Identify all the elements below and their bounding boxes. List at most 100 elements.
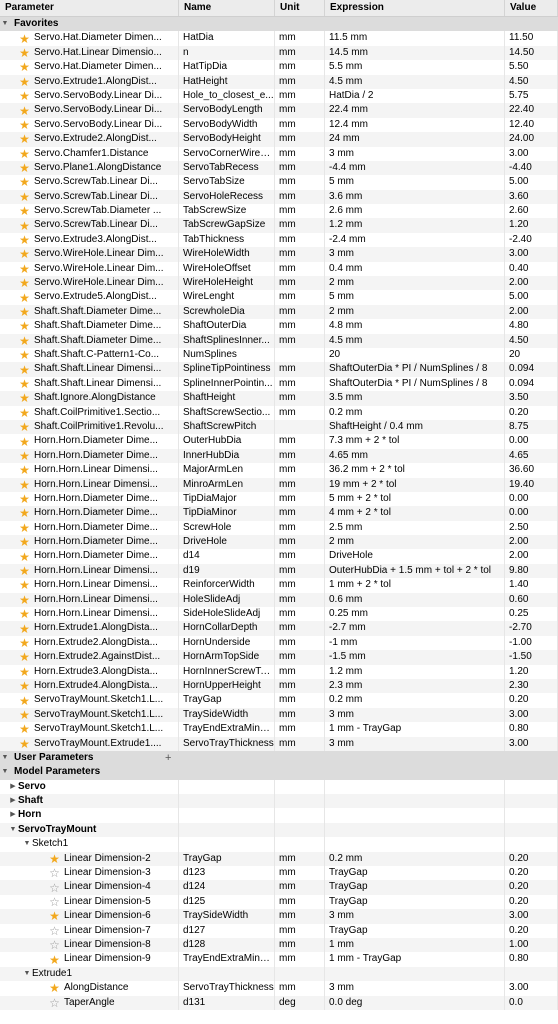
table-row[interactable]: ★ Horn.Horn.Linear Dimensi... HoleSlideAdj… (0, 592, 558, 608)
expression-cell[interactable]: 5 mm + 2 * tol (325, 491, 505, 507)
star-filled-icon[interactable]: ★ (48, 982, 61, 994)
table-row[interactable]: ★ Horn.Horn.Diameter Dime... OuterHubDia mm… (0, 434, 558, 449)
expression-cell[interactable]: 24 mm (325, 132, 505, 147)
table-row[interactable]: ▶ Servo (0, 779, 558, 795)
star-filled-icon[interactable]: ★ (18, 105, 31, 117)
expression-cell[interactable] (325, 779, 505, 795)
expression-cell[interactable]: TrayGap (325, 923, 505, 938)
table-row[interactable]: ★ Servo.WireHole.Linear Dim... WireHoleOff… (0, 261, 558, 277)
table-row[interactable]: ★ Shaft.Shaft.Diameter Dime... ShaftSpline… (0, 333, 558, 348)
table-row[interactable]: ★ Shaft.Ignore.AlongDistance ShaftHeight mm… (0, 391, 558, 406)
table-row[interactable]: ★ Servo.Extrude1.AlongDist... HatHeight mm 4… (0, 74, 558, 89)
column-header-parameter[interactable]: Parameter (0, 0, 179, 16)
table-row[interactable]: ▼ ServoTrayMount (0, 822, 558, 838)
column-header-name[interactable]: Name (179, 0, 275, 16)
expression-cell[interactable]: 2.5 mm (325, 520, 505, 536)
table-row[interactable]: ☆ Linear Dimension-5 d125 mm TrayGap 0.20 (0, 894, 558, 910)
star-filled-icon[interactable]: ★ (18, 479, 31, 491)
star-filled-icon[interactable]: ★ (18, 407, 31, 419)
expression-cell[interactable]: 2.3 mm (325, 678, 505, 694)
expression-cell[interactable]: 0.2 mm (325, 851, 505, 867)
triangle-down-icon[interactable]: ▼ (0, 751, 10, 765)
expression-cell[interactable]: ShaftOuterDia * PI / NumSplines / 8 (325, 362, 505, 377)
star-filled-icon[interactable]: ★ (18, 594, 31, 606)
expression-cell[interactable]: 22.4 mm (325, 103, 505, 118)
expression-cell[interactable]: 1.2 mm (325, 218, 505, 233)
expression-cell[interactable] (325, 808, 505, 823)
expression-cell[interactable]: -4.4 mm (325, 160, 505, 176)
expression-cell[interactable]: 0.4 mm (325, 261, 505, 277)
star-filled-icon[interactable]: ★ (18, 76, 31, 88)
star-filled-icon[interactable]: ★ (18, 148, 31, 160)
star-filled-icon[interactable]: ★ (18, 33, 31, 45)
expression-cell[interactable]: 3 mm (325, 146, 505, 161)
star-filled-icon[interactable]: ★ (18, 378, 31, 390)
expression-cell[interactable]: 1 mm (325, 938, 505, 953)
expression-cell[interactable]: 2.6 mm (325, 204, 505, 219)
table-row[interactable]: ★ Servo.Chamfer1.Distance ServoCornerWireR… (0, 146, 558, 161)
table-row[interactable]: ★ Servo.ScrewTab.Linear Di... TabScrewGapS… (0, 218, 558, 233)
expression-cell[interactable]: 11.5 mm (325, 31, 505, 46)
table-row[interactable]: ★ Servo.Extrude2.AlongDist... ServoBodyHei… (0, 132, 558, 147)
expression-cell[interactable]: HatDia / 2 (325, 88, 505, 104)
star-filled-icon[interactable]: ★ (18, 364, 31, 376)
star-filled-icon[interactable]: ★ (18, 133, 31, 145)
star-filled-icon[interactable]: ★ (18, 421, 31, 433)
expression-cell[interactable]: 4.65 mm (325, 448, 505, 464)
star-filled-icon[interactable]: ★ (18, 623, 31, 635)
column-header-unit[interactable]: Unit (275, 0, 325, 16)
add-parameter-button[interactable]: + (165, 751, 171, 765)
expression-cell[interactable]: 36.2 mm + 2 * tol (325, 463, 505, 478)
table-row[interactable]: ★ Servo.ServoBody.Linear Di... Hole_to_clo… (0, 88, 558, 104)
table-row[interactable]: ★ Servo.ScrewTab.Diameter ... TabScrewSize… (0, 204, 558, 219)
star-filled-icon[interactable]: ★ (18, 680, 31, 692)
table-row[interactable]: ☆ Linear Dimension-4 d124 mm TrayGap 0.20 (0, 880, 558, 895)
table-row[interactable]: ★ Horn.Extrude2.AlongDista... HornUndersid… (0, 635, 558, 651)
triangle-right-icon[interactable]: ▶ (8, 780, 18, 794)
expression-cell[interactable]: -2.7 mm (325, 621, 505, 636)
table-row[interactable]: ★ Horn.Horn.Linear Dimensi... SideHoleSlid… (0, 607, 558, 622)
expression-cell[interactable]: 7.3 mm + 2 * tol (325, 434, 505, 449)
table-row[interactable]: ★ ServoTrayMount.Sketch1.L... TrayEndExtra… (0, 722, 558, 737)
star-outline-icon[interactable]: ☆ (48, 882, 61, 894)
star-filled-icon[interactable]: ★ (18, 450, 31, 462)
expression-cell[interactable]: 20 (325, 347, 505, 363)
star-filled-icon[interactable]: ★ (18, 162, 31, 174)
table-row[interactable]: ★ Servo.Extrude3.AlongDist... TabThickness… (0, 232, 558, 248)
expression-cell[interactable]: 1 mm + 2 * tol (325, 578, 505, 593)
expression-cell[interactable]: 2 mm (325, 276, 505, 291)
expression-cell[interactable] (325, 966, 505, 982)
table-row[interactable]: ★ ServoTrayMount.Sketch1.L... TrayGap mm 0.2… (0, 693, 558, 708)
table-row[interactable]: ★ Horn.Extrude3.AlongDista... HornInnerScr… (0, 664, 558, 679)
expression-cell[interactable]: DriveHole (325, 549, 505, 564)
table-row[interactable]: ★ ServoTrayMount.Extrude1.... ServoTrayThi… (0, 736, 558, 751)
star-filled-icon[interactable]: ★ (18, 579, 31, 591)
table-row[interactable]: ★ ServoTrayMount.Sketch1.L... TraySideWidt… (0, 707, 558, 723)
star-outline-icon[interactable]: ☆ (48, 997, 61, 1009)
table-row[interactable]: ★ Horn.Horn.Linear Dimensi... ReinforcerWi… (0, 578, 558, 593)
favorites-section[interactable]: ▼ Favorites (0, 17, 558, 32)
table-row[interactable]: ▶ Shaft (0, 794, 558, 809)
expression-cell[interactable]: ShaftHeight / 0.4 mm (325, 419, 505, 435)
table-row[interactable]: ★ Horn.Horn.Diameter Dime... d14 mm DriveHol… (0, 549, 558, 564)
table-row[interactable]: ★ Horn.Horn.Linear Dimensi... d19 mm OuterHu… (0, 563, 558, 579)
expression-cell[interactable]: 1 mm - TrayGap (325, 722, 505, 737)
star-outline-icon[interactable]: ☆ (48, 867, 61, 879)
table-row[interactable]: ★ Horn.Horn.Diameter Dime... TipDiaMinor mm… (0, 506, 558, 521)
star-filled-icon[interactable]: ★ (48, 853, 61, 865)
star-filled-icon[interactable]: ★ (18, 292, 31, 304)
expression-cell[interactable]: TrayGap (325, 880, 505, 895)
table-row[interactable]: ★ Shaft.Shaft.C-Pattern1-Co... NumSplines 2… (0, 347, 558, 363)
table-row[interactable]: ★ Shaft.CoilPrimitive1.Sectio... ShaftScre… (0, 405, 558, 420)
star-filled-icon[interactable]: ★ (18, 493, 31, 505)
star-filled-icon[interactable]: ★ (18, 522, 31, 534)
table-row[interactable]: ★ Servo.ServoBody.Linear Di... ServoBodyWi… (0, 117, 558, 133)
star-filled-icon[interactable]: ★ (18, 263, 31, 275)
table-row[interactable]: ☆ TaperAngle d131 deg 0.0 deg 0.0 (0, 995, 558, 1010)
star-filled-icon[interactable]: ★ (18, 565, 31, 577)
expression-cell[interactable]: 3 mm (325, 247, 505, 262)
star-filled-icon[interactable]: ★ (18, 248, 31, 260)
expression-cell[interactable]: 4 mm + 2 * tol (325, 506, 505, 521)
table-row[interactable]: ★ Linear Dimension-6 TraySideWidth mm 3 mm 3.… (0, 909, 558, 924)
star-filled-icon[interactable]: ★ (48, 954, 61, 966)
